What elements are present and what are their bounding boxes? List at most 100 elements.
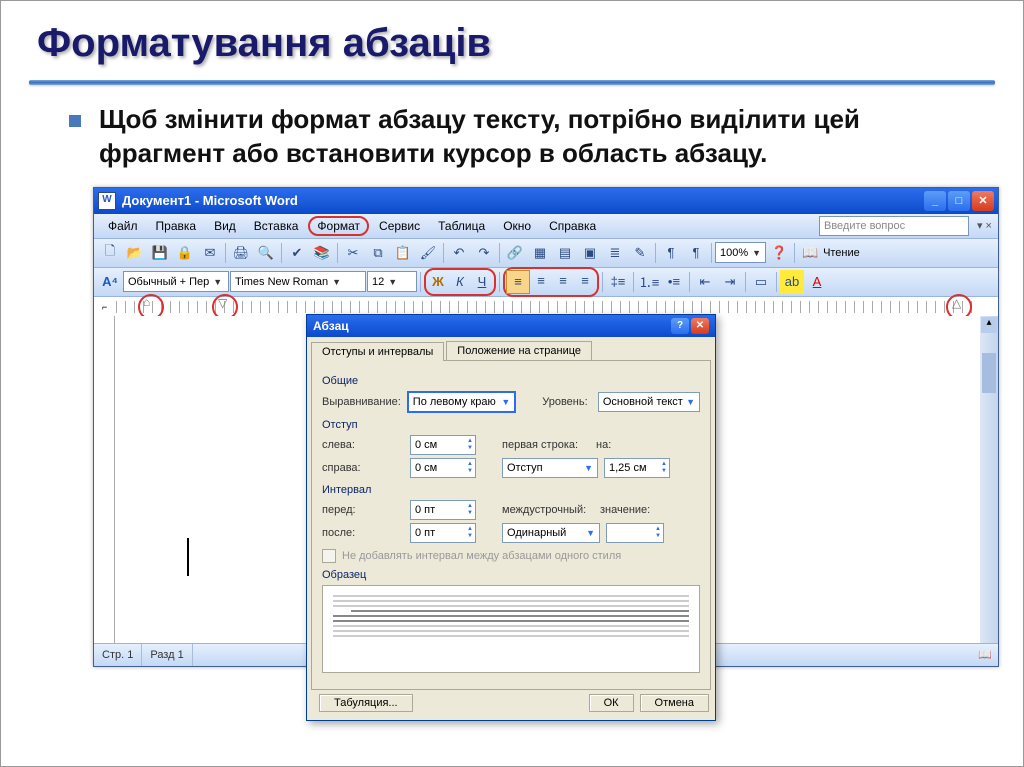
mail-icon[interactable]: ✉ — [198, 241, 222, 265]
after-spin[interactable]: 0 пт▲▼ — [410, 523, 476, 543]
numbered-list-icon[interactable]: ⒈≡ — [637, 270, 661, 294]
research-icon[interactable]: 📚 — [310, 241, 334, 265]
label-level: Уровень: — [542, 396, 592, 408]
line-spacing-combo[interactable]: Одинарный▼ — [502, 523, 600, 543]
tab-selector[interactable]: ⌐ — [102, 302, 107, 312]
align-justify-button[interactable]: ≡ — [574, 270, 596, 292]
standard-toolbar: 🗋 📂 💾 🔒 ✉ 🖨 🔍 ✔ 📚 ✂ ⧉ 📋 🖌 ↶ ↷ 🔗 ▦ ▤ ▣ ≣ — [94, 239, 998, 268]
align-left-button[interactable]: ≡ — [506, 270, 530, 294]
nospace-checkbox[interactable] — [322, 549, 336, 563]
label-alignment: Выравнивание: — [322, 396, 401, 408]
word-icon: W — [98, 192, 116, 210]
vertical-ruler[interactable] — [94, 316, 115, 644]
spell-icon[interactable]: ✔ — [285, 241, 309, 265]
redo-icon[interactable]: ↷ — [472, 241, 496, 265]
align-right-button[interactable]: ≡ — [552, 270, 574, 292]
level-combo[interactable]: Основной текст▼ — [598, 392, 700, 412]
menu-help[interactable]: Справка — [541, 217, 604, 235]
reading-label[interactable]: Чтение — [823, 247, 860, 259]
highlight-color-icon[interactable]: ab — [780, 270, 804, 294]
showmarks-icon[interactable]: ¶ — [684, 241, 708, 265]
italic-button[interactable]: К — [449, 271, 471, 293]
maximize-button[interactable]: □ — [948, 191, 970, 211]
bold-italic-underline-highlight: Ж К Ч — [424, 268, 496, 296]
help-search[interactable]: Введите вопрос — [819, 216, 969, 236]
scroll-up-icon[interactable]: ▴ — [981, 317, 997, 333]
menu-table[interactable]: Таблица — [430, 217, 493, 235]
line-spacing-icon[interactable]: ‡≡ — [606, 270, 630, 294]
first-line-combo[interactable]: Отступ▼ — [502, 458, 598, 478]
left-indent-spin[interactable]: 0 см▲▼ — [410, 435, 476, 455]
alignment-combo[interactable]: По левому краю▼ — [407, 391, 516, 413]
cancel-button[interactable]: Отмена — [640, 694, 709, 712]
decrease-indent-icon[interactable]: ⇤ — [693, 270, 717, 294]
permission-icon[interactable]: 🔒 — [173, 241, 197, 265]
excel-icon[interactable]: ▣ — [578, 241, 602, 265]
docmap-icon[interactable]: ¶ — [659, 241, 683, 265]
underline-button[interactable]: Ч — [471, 271, 493, 293]
format-painter-icon[interactable]: 🖌 — [416, 241, 440, 265]
bullet-block: Щоб змінити формат абзацу тексту, потріб… — [69, 103, 963, 171]
line-value-spin[interactable]: ▲▼ — [606, 523, 664, 543]
status-book-icon[interactable]: 📖 — [978, 648, 992, 661]
bulleted-list-icon[interactable]: •≡ — [662, 270, 686, 294]
style-combo[interactable]: Обычный + Пер▼ — [123, 271, 229, 292]
tabs-button[interactable]: Табуляция... — [319, 694, 413, 712]
reading-icon[interactable]: 📖 — [798, 241, 822, 265]
menubar: Файл Правка Вид Вставка Формат Сервис Та… — [94, 214, 998, 239]
tables-icon[interactable]: ▦ — [528, 241, 552, 265]
label-first-line: первая строка: — [502, 439, 590, 451]
close-button[interactable]: ✕ — [972, 191, 994, 211]
status-section: Разд 1 — [142, 644, 192, 666]
undo-icon[interactable]: ↶ — [447, 241, 471, 265]
font-combo[interactable]: Times New Roman▼ — [230, 271, 366, 292]
vertical-scrollbar[interactable]: ▴ — [980, 316, 998, 644]
minimize-button[interactable]: _ — [924, 191, 946, 211]
print-icon[interactable]: 🖨 — [229, 241, 253, 265]
menu-file[interactable]: Файл — [100, 217, 146, 235]
copy-icon[interactable]: ⧉ — [366, 241, 390, 265]
borders-icon[interactable]: ▭ — [749, 270, 773, 294]
menu-window[interactable]: Окно — [495, 217, 539, 235]
zoom-combo[interactable]: 100%▼ — [715, 242, 766, 263]
tab-indents[interactable]: Отступы и интервалы — [311, 342, 444, 361]
scroll-thumb[interactable] — [982, 353, 996, 393]
cut-icon[interactable]: ✂ — [341, 241, 365, 265]
save-icon[interactable]: 💾 — [148, 241, 172, 265]
window-title: Документ1 - Microsoft Word — [122, 193, 298, 208]
size-combo[interactable]: 12▼ — [367, 271, 417, 292]
bullet-text: Щоб змінити формат абзацу тексту, потріб… — [99, 103, 963, 171]
bold-button[interactable]: Ж — [427, 271, 449, 293]
align-center-button[interactable]: ≡ — [530, 270, 552, 292]
status-page: Стр. 1 — [94, 644, 142, 666]
menu-insert[interactable]: Вставка — [246, 217, 307, 235]
dialog-help-button[interactable]: ? — [671, 318, 689, 334]
help-dropdown[interactable]: ▾ × — [977, 219, 992, 232]
right-indent-spin[interactable]: 0 см▲▼ — [410, 458, 476, 478]
increase-indent-icon[interactable]: ⇥ — [718, 270, 742, 294]
word-window: W Документ1 - Microsoft Word _ □ ✕ Файл … — [93, 187, 999, 667]
dialog-close-button[interactable]: ✕ — [691, 318, 709, 334]
open-icon[interactable]: 📂 — [123, 241, 147, 265]
insert-table-icon[interactable]: ▤ — [553, 241, 577, 265]
paste-icon[interactable]: 📋 — [391, 241, 415, 265]
font-color-icon[interactable]: A — [805, 270, 829, 294]
new-icon[interactable]: 🗋 — [98, 241, 122, 265]
drawing-icon[interactable]: ✎ — [628, 241, 652, 265]
titlebar: W Документ1 - Microsoft Word _ □ ✕ — [94, 188, 998, 214]
label-line-spacing: междустрочный: — [502, 504, 594, 516]
first-line-by-spin[interactable]: 1,25 см▲▼ — [604, 458, 670, 478]
preview-icon[interactable]: 🔍 — [254, 241, 278, 265]
tab-position[interactable]: Положение на странице — [446, 341, 592, 360]
menu-view[interactable]: Вид — [206, 217, 244, 235]
styles-icon[interactable]: A⁴ — [98, 270, 122, 294]
menu-format[interactable]: Формат — [308, 216, 369, 236]
hyperlink-icon[interactable]: 🔗 — [503, 241, 527, 265]
dialog-title: Абзац — [313, 319, 349, 333]
menu-service[interactable]: Сервис — [371, 217, 428, 235]
help-icon[interactable]: ❓ — [767, 241, 791, 265]
ok-button[interactable]: ОК — [589, 694, 634, 712]
menu-edit[interactable]: Правка — [148, 217, 205, 235]
columns-icon[interactable]: ≣ — [603, 241, 627, 265]
before-spin[interactable]: 0 пт▲▼ — [410, 500, 476, 520]
